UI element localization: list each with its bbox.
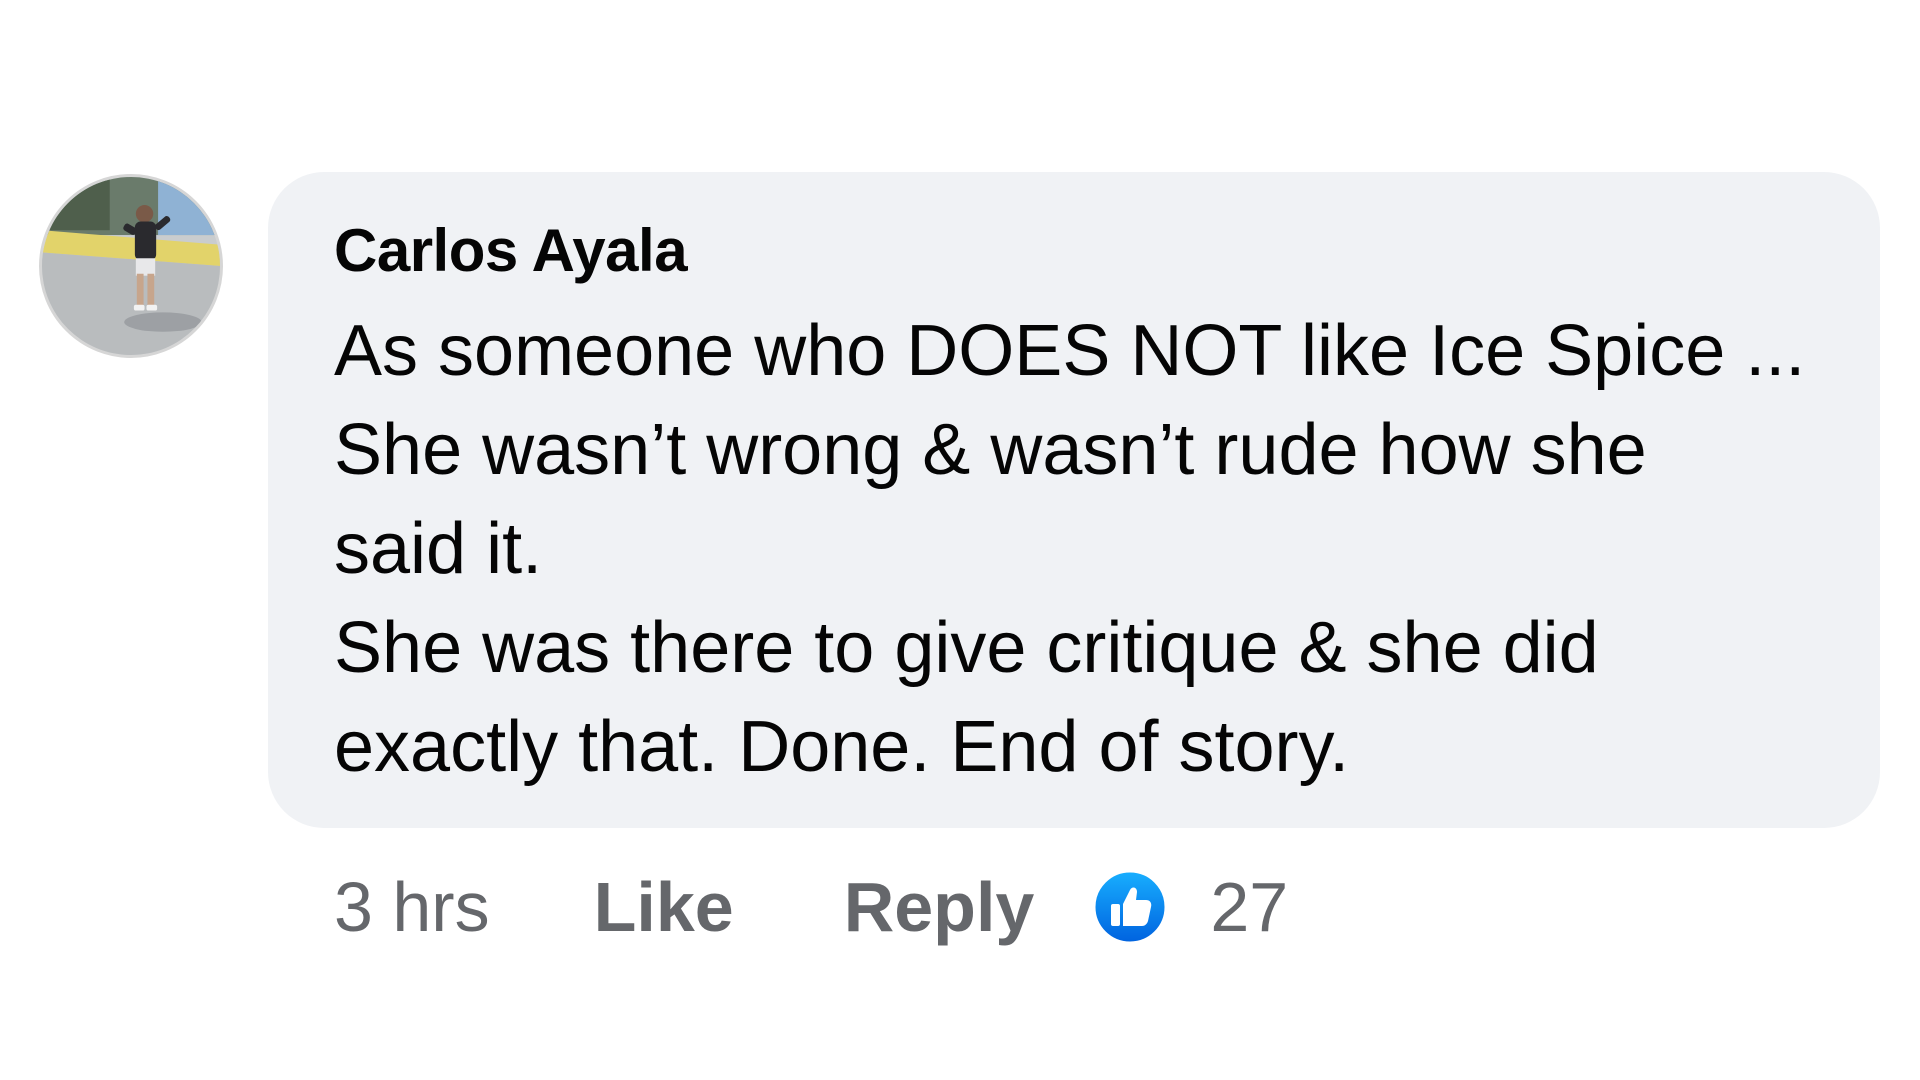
comment-actions: 3 hrs Like Reply 27: [334, 862, 1288, 952]
avatar[interactable]: [39, 174, 223, 358]
comment-text-line: She was there to give critique & she did: [334, 608, 1599, 688]
comment-bubble: Carlos Ayala As someone who DOES NOT lik…: [268, 172, 1880, 828]
reaction-summary[interactable]: 27: [1092, 867, 1288, 947]
comment-author[interactable]: Carlos Ayala: [334, 214, 1840, 288]
reaction-count: 27: [1210, 868, 1289, 946]
comment-text-line: exactly that. Done. End of story.: [334, 707, 1350, 787]
comment-timestamp[interactable]: 3 hrs: [334, 867, 490, 947]
comment-text-line: said it.: [334, 509, 543, 589]
reply-button[interactable]: Reply: [844, 867, 1035, 947]
comment-text-line: As someone who DOES NOT like Ice Spice .…: [334, 311, 1806, 391]
comment-text: As someone who DOES NOT like Ice Spice .…: [334, 302, 1840, 797]
comment: Carlos Ayala As someone who DOES NOT lik…: [0, 0, 1920, 1080]
comment-text-line: She wasn’t wrong & wasn’t rude how she: [334, 410, 1647, 490]
thumbs-up-icon: [1092, 869, 1168, 945]
avatar-photo: [42, 177, 220, 355]
like-button[interactable]: Like: [594, 867, 734, 947]
